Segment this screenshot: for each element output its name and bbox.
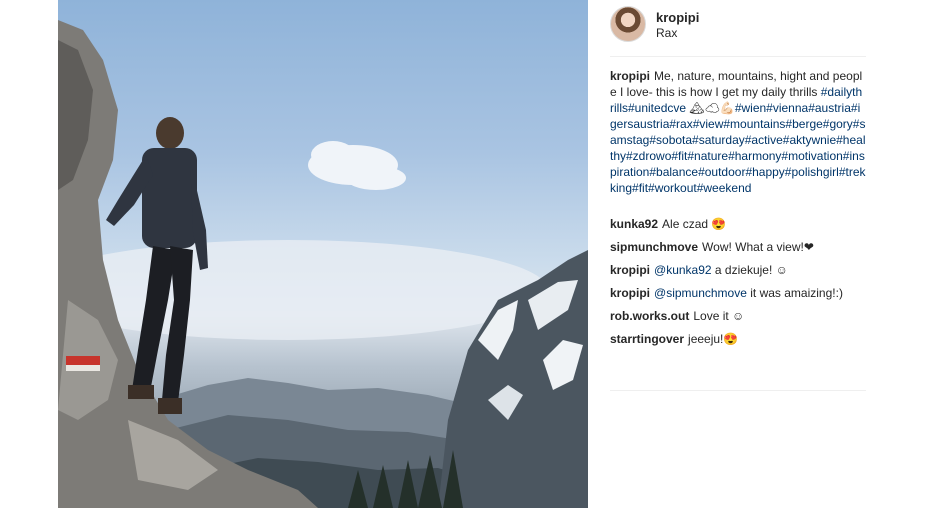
comment-text: Love it ☺: [693, 309, 745, 323]
comments-list: kunka92 Ale czad 😍 sipmunchmove Wow! What …: [610, 216, 866, 354]
comment-text: jeeeju!😍: [688, 332, 739, 346]
comment-username[interactable]: kropipi: [610, 286, 650, 300]
comment: kunka92 Ale czad 😍: [610, 216, 866, 232]
comment-username[interactable]: starrtingover: [610, 332, 684, 346]
caption-hashtags-2[interactable]: #wien#vienna#austria#igersaustria#rax#vi…: [610, 101, 866, 195]
caption-emoji: 🏔☁💪🏻: [689, 101, 735, 115]
post-photo[interactable]: [58, 0, 588, 508]
mountain-photo-illustration: [58, 20, 588, 508]
comment-username[interactable]: kunka92: [610, 217, 658, 231]
comment-text: Ale czad 😍: [662, 217, 727, 231]
header-divider: [610, 56, 866, 57]
comment-text: Wow! What a view!❤: [702, 240, 814, 254]
post-details-panel: kropipi Rax kropipi Me, nature, mountains…: [588, 0, 878, 508]
comment: kropipi @sipmunchmove it was amaizing!:): [610, 285, 866, 301]
avatar[interactable]: [610, 6, 646, 42]
comment-mention[interactable]: @sipmunchmove: [654, 286, 747, 300]
comment-text: a dziekuje! ☺: [714, 263, 788, 277]
post-caption: kropipi Me, nature, mountains, hight and …: [610, 68, 866, 196]
comment: starrtingover jeeeju!😍: [610, 331, 866, 347]
comments-divider: [610, 390, 866, 391]
comment: sipmunchmove Wow! What a view!❤: [610, 239, 866, 255]
comment-username[interactable]: rob.works.out: [610, 309, 689, 323]
header-location[interactable]: Rax: [656, 26, 677, 40]
caption-username[interactable]: kropipi: [610, 69, 650, 83]
post-header: kropipi Rax: [610, 6, 866, 56]
comment-username[interactable]: sipmunchmove: [610, 240, 698, 254]
comment: kropipi @kunka92 a dziekuje! ☺: [610, 262, 866, 278]
comment-username[interactable]: kropipi: [610, 263, 650, 277]
cloud: [308, 141, 406, 190]
header-username[interactable]: kropipi: [656, 10, 699, 25]
comment: rob.works.out Love it ☺: [610, 308, 866, 324]
comment-mention[interactable]: @kunka92: [654, 263, 712, 277]
comment-text: it was amaizing!:): [750, 286, 843, 300]
